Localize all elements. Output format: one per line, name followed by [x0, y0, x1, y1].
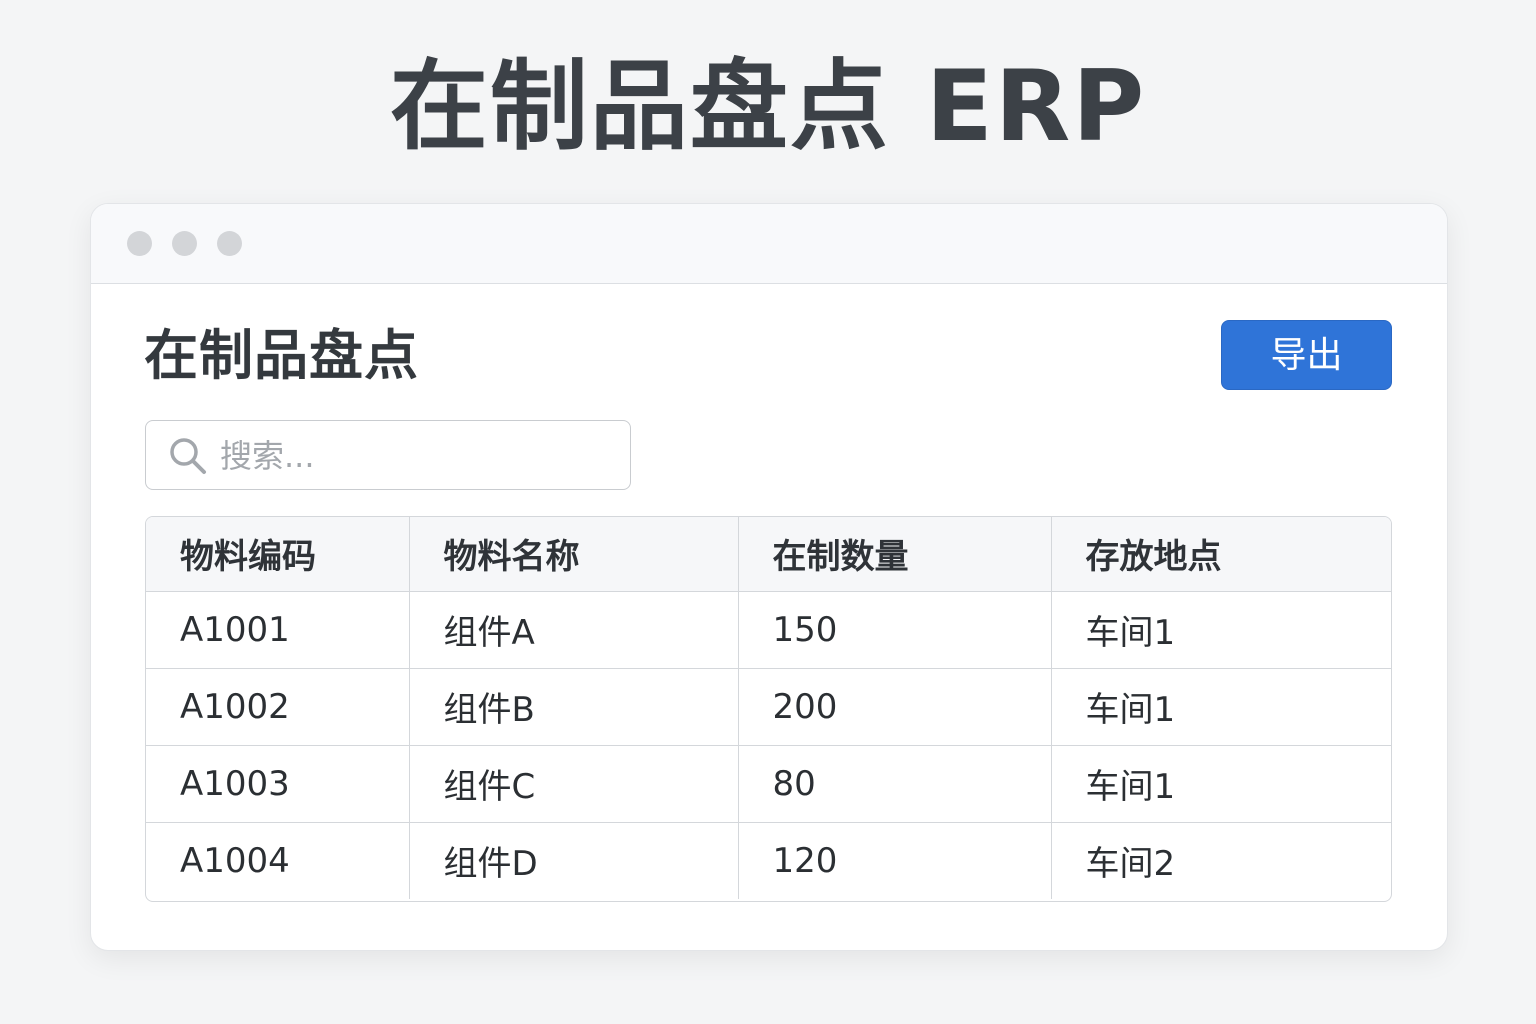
hero-title: 在制品盘点 ERP	[389, 50, 1147, 164]
table-row[interactable]: A1004 组件D 120 车间2	[146, 822, 1391, 899]
search-box[interactable]	[145, 420, 631, 490]
column-header-material-name[interactable]: 物料名称	[409, 517, 739, 592]
inventory-table: 物料编码 物料名称 在制数量 存放地点 A1001 组件A 150 车间1 A1…	[145, 516, 1392, 902]
page-title: 在制品盘点	[144, 324, 419, 387]
cell-material-name: 组件C	[409, 745, 739, 823]
search-icon	[170, 438, 206, 474]
app-window: 在制品盘点 导出 物料编码 物料名称 在制数量 存放地点	[90, 203, 1448, 951]
cell-material-name: 组件B	[409, 668, 739, 746]
cell-material-code: A1003	[146, 745, 410, 823]
window-control-dot[interactable]	[127, 231, 152, 256]
table-header-row: 物料编码 物料名称 在制数量 存放地点	[146, 517, 1391, 592]
table-row[interactable]: A1001 组件A 150 车间1	[146, 591, 1391, 669]
cell-material-code: A1002	[146, 668, 410, 746]
window-titlebar	[91, 204, 1447, 284]
column-header-storage-location[interactable]: 存放地点	[1051, 517, 1391, 592]
cell-wip-quantity: 120	[738, 822, 1052, 899]
cell-wip-quantity: 200	[738, 668, 1052, 746]
cell-wip-quantity: 150	[738, 591, 1052, 669]
cell-material-name: 组件A	[409, 591, 739, 669]
cell-storage-location: 车间1	[1051, 745, 1391, 823]
column-header-material-code[interactable]: 物料编码	[146, 517, 410, 592]
export-button[interactable]: 导出	[1221, 320, 1392, 390]
table-row[interactable]: A1003 组件C 80 车间1	[146, 745, 1391, 823]
cell-storage-location: 车间1	[1051, 591, 1391, 669]
window-control-dot[interactable]	[217, 231, 242, 256]
cell-material-code: A1001	[146, 591, 410, 669]
table-row[interactable]: A1002 组件B 200 车间1	[146, 668, 1391, 746]
cell-storage-location: 车间1	[1051, 668, 1391, 746]
cell-material-name: 组件D	[409, 822, 739, 899]
window-control-dot[interactable]	[172, 231, 197, 256]
cell-material-code: A1004	[146, 822, 410, 899]
cell-wip-quantity: 80	[738, 745, 1052, 823]
cell-storage-location: 车间2	[1085, 844, 1176, 885]
search-input[interactable]	[218, 431, 612, 481]
column-header-wip-quantity[interactable]: 在制数量	[738, 517, 1052, 592]
